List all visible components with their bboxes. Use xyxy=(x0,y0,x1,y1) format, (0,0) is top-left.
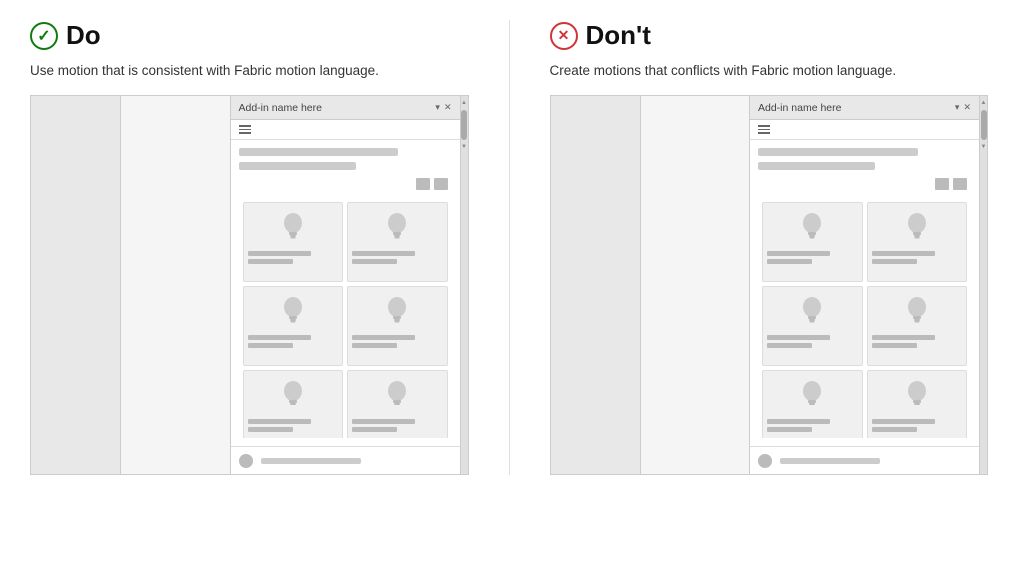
dont-taskpane-title: Add-in name here xyxy=(758,102,841,114)
dont-grid-item-1 xyxy=(762,202,863,282)
dont-list-view-btn[interactable] xyxy=(935,178,949,190)
section-divider xyxy=(509,20,510,475)
do-bottom-bar xyxy=(261,458,361,464)
do-header: Do xyxy=(30,20,469,51)
do-items-grid xyxy=(239,198,452,439)
dont-panel: Don't Create motions that conflicts with… xyxy=(550,20,989,475)
do-taskpane-content xyxy=(231,140,460,447)
main-container: Do Use motion that is consistent with Fa… xyxy=(30,20,988,475)
do-taskpane: Add-in name here ▾ ✕ xyxy=(230,96,460,474)
do-bulb-1 xyxy=(278,209,308,247)
dont-taskpane-content xyxy=(750,140,979,447)
do-grid-item-3 xyxy=(243,286,344,366)
dont-content-bar-2 xyxy=(758,162,875,170)
do-bulb-5 xyxy=(278,377,308,415)
do-main-content xyxy=(121,96,230,474)
close-icon[interactable]: ✕ xyxy=(444,102,452,113)
do-grid-item-1 xyxy=(243,202,344,282)
do-scrollbar[interactable]: ▲ ▼ xyxy=(460,96,468,474)
dont-scroll-down[interactable]: ▼ xyxy=(980,142,988,152)
dont-close-icon[interactable]: ✕ xyxy=(963,102,971,113)
do-item-lines-2 xyxy=(352,251,443,264)
do-hamburger-icon[interactable] xyxy=(239,125,251,134)
dont-grid-item-6 xyxy=(867,370,968,439)
do-grid-item-5 xyxy=(243,370,344,439)
do-scroll-down[interactable]: ▼ xyxy=(460,142,468,152)
dont-hamburger-icon[interactable] xyxy=(758,125,770,134)
do-view-controls xyxy=(239,176,452,192)
dont-item-lines-4 xyxy=(872,335,963,348)
dont-grid-item-4 xyxy=(867,286,968,366)
do-bulb-2 xyxy=(382,209,412,247)
do-sidebar xyxy=(31,96,121,474)
do-list-view-btn[interactable] xyxy=(416,178,430,190)
dont-bulb-2 xyxy=(902,209,932,247)
dont-item-lines-2 xyxy=(872,251,963,264)
dont-taskpane-controls: ▾ ✕ xyxy=(955,102,971,113)
dont-bulb-6 xyxy=(902,377,932,415)
do-bulb-3 xyxy=(278,293,308,331)
dont-view-controls xyxy=(758,176,971,192)
do-scroll-up[interactable]: ▲ xyxy=(460,98,468,108)
dont-description: Create motions that conflicts with Fabri… xyxy=(550,61,989,81)
do-content-bar-2 xyxy=(239,162,356,170)
do-item-lines-5 xyxy=(248,419,339,432)
do-taskpane-title: Add-in name here xyxy=(239,102,322,114)
do-taskpane-controls: ▾ ✕ xyxy=(435,102,451,113)
dont-bulb-5 xyxy=(797,377,827,415)
do-grid-item-2 xyxy=(347,202,448,282)
do-scroll-thumb[interactable] xyxy=(461,110,467,140)
do-grid-item-6 xyxy=(347,370,448,439)
dont-taskpane: Add-in name here ▾ ✕ xyxy=(749,96,979,474)
dont-main-content xyxy=(641,96,750,474)
do-panel: Do Use motion that is consistent with Fa… xyxy=(30,20,469,475)
dont-heading: Don't xyxy=(586,20,651,51)
dont-grid-item-5 xyxy=(762,370,863,439)
dont-bottom-circle xyxy=(758,454,772,468)
dont-bottom-bar xyxy=(780,458,880,464)
dont-content-bar-1 xyxy=(758,148,918,156)
dont-item-lines-6 xyxy=(872,419,963,432)
do-taskpane-header: Add-in name here ▾ ✕ xyxy=(231,96,460,120)
do-heading: Do xyxy=(66,20,101,51)
do-item-lines-6 xyxy=(352,419,443,432)
dont-bulb-4 xyxy=(902,293,932,331)
dont-grid-view-btn[interactable] xyxy=(953,178,967,190)
dont-grid-item-3 xyxy=(762,286,863,366)
dont-bulb-3 xyxy=(797,293,827,331)
dont-items-grid xyxy=(758,198,971,439)
dont-scroll-thumb[interactable] xyxy=(981,110,987,140)
do-item-lines-3 xyxy=(248,335,339,348)
dont-item-lines-1 xyxy=(767,251,858,264)
check-icon xyxy=(30,22,58,50)
do-taskpane-toolbar xyxy=(231,120,460,140)
dont-item-lines-3 xyxy=(767,335,858,348)
dont-scroll-up[interactable]: ▲ xyxy=(980,98,988,108)
do-bulb-4 xyxy=(382,293,412,331)
do-grid-item-4 xyxy=(347,286,448,366)
dont-header: Don't xyxy=(550,20,989,51)
dont-pin-icon[interactable]: ▾ xyxy=(955,102,960,113)
dont-bulb-1 xyxy=(797,209,827,247)
dont-sidebar xyxy=(551,96,641,474)
x-icon xyxy=(550,22,578,50)
pin-icon[interactable]: ▾ xyxy=(435,102,440,113)
do-mock-window: Add-in name here ▾ ✕ xyxy=(30,95,469,475)
do-content-bar-1 xyxy=(239,148,399,156)
do-grid-view-btn[interactable] xyxy=(434,178,448,190)
do-bottom-circle xyxy=(239,454,253,468)
dont-grid-item-2 xyxy=(867,202,968,282)
dont-item-lines-5 xyxy=(767,419,858,432)
dont-scrollbar[interactable]: ▲ ▼ xyxy=(979,96,987,474)
dont-taskpane-header: Add-in name here ▾ ✕ xyxy=(750,96,979,120)
do-bulb-6 xyxy=(382,377,412,415)
dont-taskpane-bottom xyxy=(750,446,979,474)
do-item-lines-4 xyxy=(352,335,443,348)
dont-taskpane-toolbar xyxy=(750,120,979,140)
dont-mock-window: Add-in name here ▾ ✕ xyxy=(550,95,989,475)
do-item-lines-1 xyxy=(248,251,339,264)
do-description: Use motion that is consistent with Fabri… xyxy=(30,61,469,81)
do-taskpane-bottom xyxy=(231,446,460,474)
